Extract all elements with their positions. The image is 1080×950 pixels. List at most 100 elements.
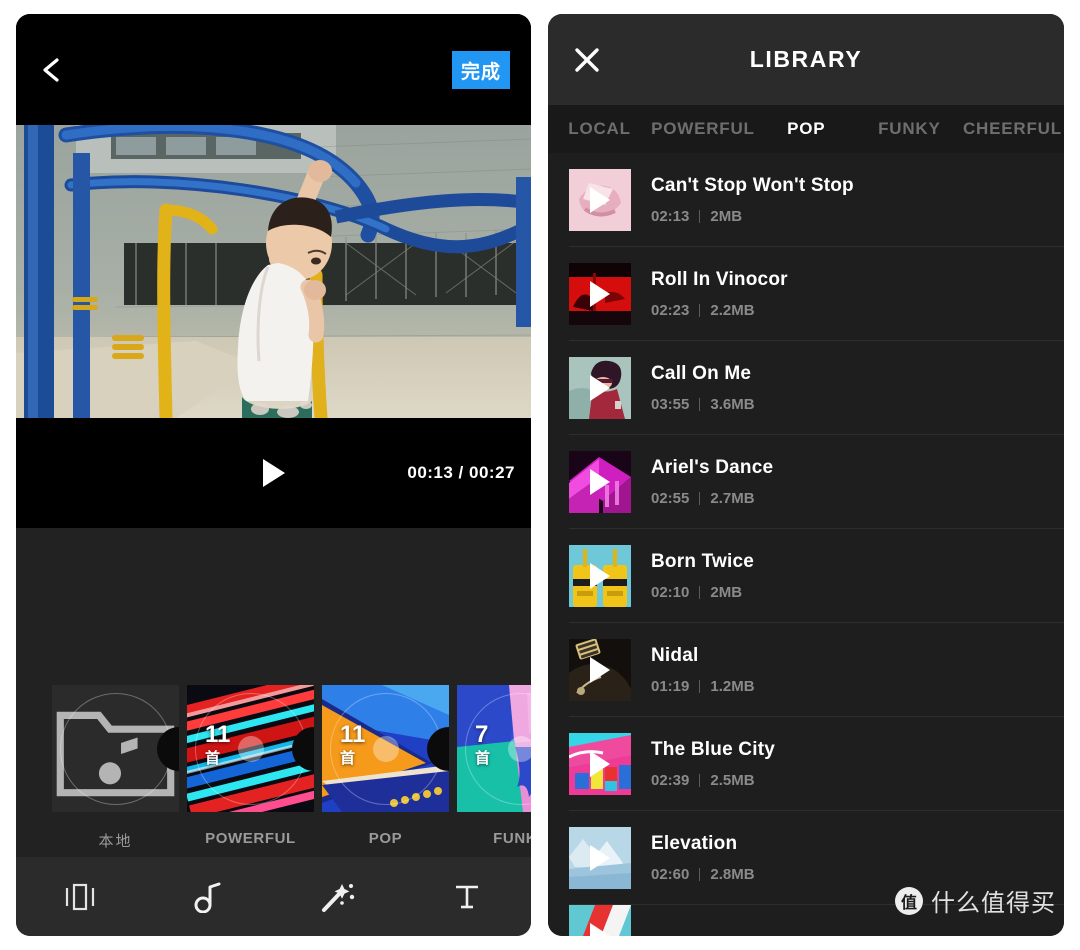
music-category-funky[interactable]: 7 首 FUNKY bbox=[457, 685, 531, 851]
track-subtitle: 02:13 2MB bbox=[651, 208, 854, 225]
track-duration: 02:10 bbox=[651, 584, 690, 601]
track-size: 1.2MB bbox=[710, 678, 755, 695]
track-title: Born Twice bbox=[651, 551, 754, 572]
track-size: 2.8MB bbox=[710, 866, 755, 883]
music-tool-button[interactable] bbox=[145, 881, 274, 913]
tab-local[interactable]: LOCAL bbox=[548, 119, 651, 139]
track-meta: Nidal 01:19 1.2MB bbox=[651, 645, 755, 695]
powerful-album-art: 11 首 bbox=[187, 685, 314, 812]
track-size: 2.7MB bbox=[710, 490, 755, 507]
album-thumbnail bbox=[569, 451, 631, 513]
track-duration: 02:13 bbox=[651, 208, 690, 225]
play-icon[interactable] bbox=[590, 187, 610, 213]
track-count-badge: 11 首 bbox=[340, 721, 366, 767]
tab-cheerful[interactable]: CHEERFUL bbox=[961, 119, 1064, 139]
music-category-label: 本地 bbox=[98, 833, 133, 850]
album-thumbnail bbox=[569, 733, 631, 795]
meta-divider bbox=[699, 398, 701, 411]
track-size: 2MB bbox=[710, 208, 743, 225]
track-duration: 02:23 bbox=[651, 302, 690, 319]
editor-top-bar: 完成 bbox=[16, 14, 531, 125]
track-row[interactable]: Ariel's Dance 02:55 2.7MB bbox=[548, 435, 1064, 529]
track-subtitle: 01:19 1.2MB bbox=[651, 678, 755, 695]
music-category-pop[interactable]: 11 首 POP bbox=[322, 685, 449, 851]
music-category-label: POWERFUL bbox=[205, 830, 296, 847]
album-thumbnail bbox=[569, 357, 631, 419]
player-transport-bar: 00:13 / 00:27 bbox=[16, 418, 531, 528]
done-button[interactable]: 完成 bbox=[452, 51, 510, 89]
track-row[interactable]: Nidal 01:19 1.2MB bbox=[548, 623, 1064, 717]
music-category-strip: 本地 11 首 POWERFUL 11 首 POP 7 首 FUN bbox=[16, 667, 531, 857]
track-meta: Elevation 02:60 2.8MB bbox=[651, 833, 755, 883]
track-row[interactable]: Call On Me 03:55 3.6MB bbox=[548, 341, 1064, 435]
album-thumbnail bbox=[569, 169, 631, 231]
track-subtitle: 02:39 2.5MB bbox=[651, 772, 775, 789]
track-row[interactable]: Can't Stop Won't Stop 02:13 2MB bbox=[548, 153, 1064, 247]
page-title: LIBRARY bbox=[749, 46, 863, 72]
music-category-label: FUNKY bbox=[493, 830, 531, 847]
play-icon[interactable] bbox=[590, 281, 610, 307]
music-category-local[interactable]: 本地 bbox=[52, 685, 179, 851]
meta-divider bbox=[699, 492, 701, 505]
track-list[interactable]: Can't Stop Won't Stop 02:13 2MB Roll In … bbox=[548, 153, 1064, 936]
video-editor-panel: 完成 00:13 / 00:27 本地 11 首 POWERFUL 11 首 P… bbox=[16, 14, 531, 936]
video-frame-image bbox=[16, 125, 531, 418]
meta-divider bbox=[699, 304, 701, 317]
track-title: Elevation bbox=[651, 833, 738, 854]
play-icon[interactable] bbox=[590, 751, 610, 777]
track-subtitle: 02:60 2.8MB bbox=[651, 866, 755, 883]
track-meta: Born Twice 02:10 2MB bbox=[651, 551, 754, 601]
track-count-unit: 首 bbox=[475, 750, 491, 767]
album-thumbnail bbox=[569, 639, 631, 701]
album-thumbnail bbox=[569, 827, 631, 889]
local-album-art bbox=[52, 685, 179, 812]
track-duration: 02:60 bbox=[651, 866, 690, 883]
watermark-text: 什么值得买 bbox=[931, 890, 1056, 917]
play-icon[interactable] bbox=[262, 459, 285, 487]
track-count-unit: 首 bbox=[205, 750, 221, 767]
track-meta: Can't Stop Won't Stop 02:13 2MB bbox=[651, 175, 854, 225]
play-icon[interactable] bbox=[590, 845, 610, 871]
track-size: 2.5MB bbox=[710, 772, 755, 789]
track-count-number: 7 bbox=[475, 721, 489, 748]
track-count-number: 11 bbox=[340, 721, 366, 748]
effects-tool-button[interactable] bbox=[274, 881, 403, 913]
track-subtitle: 02:10 2MB bbox=[651, 584, 754, 601]
funky-album-art: 7 首 bbox=[457, 685, 531, 812]
track-size: 3.6MB bbox=[710, 396, 755, 413]
play-icon[interactable] bbox=[590, 563, 610, 589]
album-thumbnail bbox=[569, 263, 631, 325]
text-tool-button[interactable] bbox=[402, 882, 531, 912]
track-row[interactable]: The Blue City 02:39 2.5MB bbox=[548, 717, 1064, 811]
track-duration: 02:39 bbox=[651, 772, 690, 789]
play-icon[interactable] bbox=[590, 657, 610, 683]
track-title: Can't Stop Won't Stop bbox=[651, 175, 854, 196]
track-row[interactable]: Born Twice 02:10 2MB bbox=[548, 529, 1064, 623]
track-count-badge: 11 首 bbox=[205, 723, 230, 767]
video-preview[interactable] bbox=[16, 125, 531, 418]
track-duration: 03:55 bbox=[651, 396, 690, 413]
track-row[interactable]: Roll In Vinocor 02:23 2.2MB bbox=[548, 247, 1064, 341]
tab-funky[interactable]: FUNKY bbox=[858, 119, 961, 139]
music-note-icon bbox=[194, 882, 221, 913]
track-title: Call On Me bbox=[651, 363, 752, 384]
timecode-label: 00:13 / 00:27 bbox=[407, 463, 515, 482]
track-count-unit: 首 bbox=[340, 750, 356, 767]
track-meta: Roll In Vinocor 02:23 2.2MB bbox=[651, 269, 788, 319]
play-icon[interactable] bbox=[590, 469, 610, 495]
music-category-powerful[interactable]: 11 首 POWERFUL bbox=[187, 685, 314, 851]
timeline-area[interactable] bbox=[16, 528, 531, 667]
tab-pop[interactable]: POP bbox=[755, 119, 858, 139]
track-duration: 01:19 bbox=[651, 678, 690, 695]
watermark: 值 什么值得买 bbox=[895, 883, 1056, 918]
clips-tool-button[interactable] bbox=[16, 882, 145, 912]
tab-powerful[interactable]: POWERFUL bbox=[651, 119, 755, 139]
album-thumbnail bbox=[569, 905, 631, 936]
track-title: Roll In Vinocor bbox=[651, 269, 788, 290]
play-icon[interactable] bbox=[590, 375, 610, 401]
track-count-badge: 7 首 bbox=[475, 721, 491, 767]
editor-bottom-toolbar bbox=[16, 857, 531, 936]
clips-icon bbox=[66, 883, 95, 910]
play-icon[interactable] bbox=[590, 923, 610, 936]
back-chevron-icon[interactable] bbox=[38, 56, 66, 84]
